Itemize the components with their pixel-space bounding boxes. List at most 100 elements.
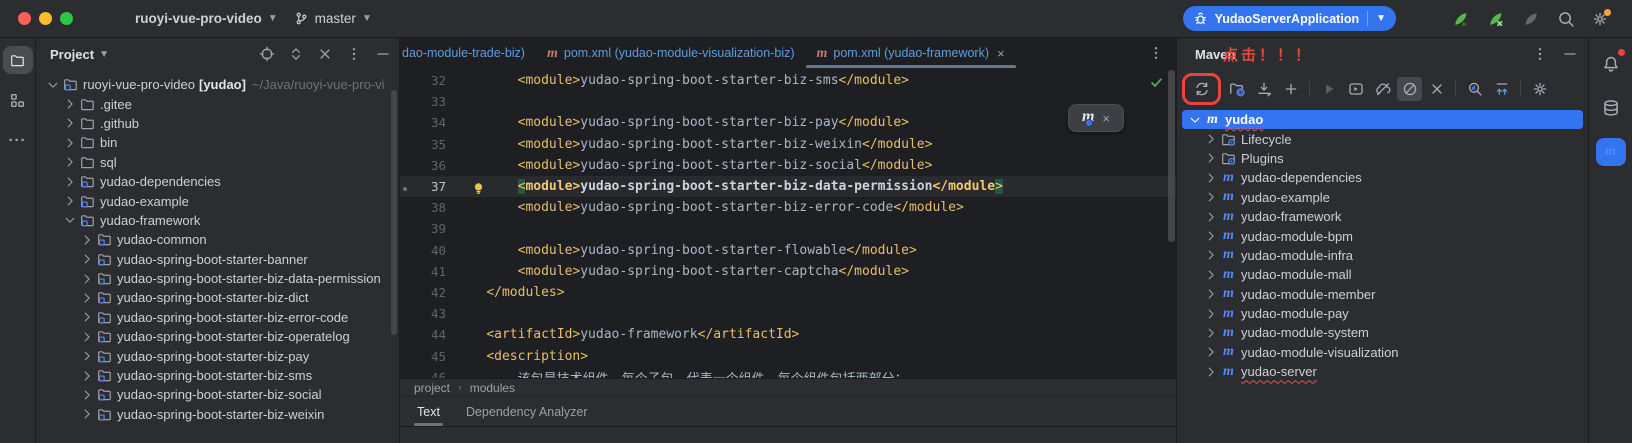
add-maven-project-icon[interactable] [1278, 77, 1303, 101]
chevron-right-icon[interactable] [1202, 326, 1219, 340]
code-line[interactable]: 34 <module>yudao-spring-boot-starter-biz… [400, 112, 1176, 133]
chevron-right-icon[interactable] [78, 310, 95, 324]
project-tree-row[interactable]: yudao-spring-boot-starter-biz-operatelog [36, 327, 399, 346]
hide-panel-button[interactable] [375, 46, 391, 62]
chevron-right-icon[interactable] [61, 97, 78, 111]
editor-view-tab[interactable]: Text [406, 400, 451, 424]
chevron-right-icon[interactable] [1202, 229, 1219, 243]
maven-tool-button[interactable]: m [1596, 138, 1626, 166]
intention-bulb-icon[interactable] [471, 181, 486, 196]
window-close-button[interactable] [18, 12, 31, 25]
code-editor[interactable]: 32 <module>yudao-spring-boot-starter-biz… [400, 68, 1176, 378]
chevron-right-icon[interactable] [1202, 345, 1219, 359]
maven-tree-row[interactable]: myudao-example [1182, 188, 1583, 207]
structure-tool-button[interactable] [3, 86, 33, 114]
project-panel-title[interactable]: Project ▼ [50, 47, 109, 62]
maven-options-button[interactable] [1532, 46, 1548, 62]
project-tree-row[interactable]: yudao-spring-boot-starter-biz-error-code [36, 308, 399, 327]
maven-settings-icon[interactable] [1527, 77, 1552, 101]
chevron-right-icon[interactable] [78, 291, 95, 305]
chevron-right-icon[interactable] [1202, 171, 1219, 185]
code-line[interactable]: 43 [400, 303, 1176, 324]
chevron-right-icon[interactable] [61, 136, 78, 150]
chevron-right-icon[interactable] [61, 194, 78, 208]
expand-collapse-button[interactable] [288, 46, 304, 62]
code-line[interactable]: 33 [400, 91, 1176, 112]
chevron-right-icon[interactable] [1202, 307, 1219, 321]
chevron-down-icon[interactable] [44, 78, 61, 92]
code-line[interactable]: 40 <module>yudao-spring-boot-starter-flo… [400, 240, 1176, 261]
download-sources-icon[interactable] [1251, 77, 1276, 101]
tab-options-button[interactable] [1136, 38, 1176, 68]
notifications-button[interactable] [1596, 50, 1626, 78]
project-options-button[interactable] [346, 46, 362, 62]
code-line[interactable]: 39 [400, 218, 1176, 239]
code-line[interactable]: 38 <module>yudao-spring-boot-starter-biz… [400, 197, 1176, 218]
code-line[interactable]: 44 <artifactId>yudao-framework</artifact… [400, 324, 1176, 345]
search-everywhere-icon[interactable] [1557, 10, 1575, 28]
project-tree-row[interactable]: yudao-framework [36, 211, 399, 230]
chevron-right-icon[interactable] [1202, 268, 1219, 282]
close-action-icon[interactable] [1424, 77, 1449, 101]
skip-tests-icon[interactable] [1397, 77, 1422, 101]
toggle-offline-mode-icon[interactable] [1370, 77, 1395, 101]
project-tree-row[interactable]: yudao-spring-boot-starter-biz-weixin [36, 405, 399, 424]
project-tree-row[interactable]: bin [36, 133, 399, 152]
code-line[interactable]: 37 <module>yudao-spring-boot-starter-biz… [400, 176, 1176, 197]
code-line[interactable]: 32 <module>yudao-spring-boot-starter-biz… [400, 70, 1176, 91]
generate-sources-icon[interactable] [1224, 77, 1249, 101]
run-maven-build-icon[interactable] [1316, 77, 1341, 101]
project-tree-row[interactable]: .gitee [36, 94, 399, 113]
more-tool-windows-button[interactable]: ··· [3, 126, 33, 154]
chevron-right-icon[interactable] [1202, 132, 1219, 146]
project-tree-row[interactable]: yudao-example [36, 191, 399, 210]
project-scrollbar[interactable] [391, 90, 397, 335]
debug-icon[interactable] [1487, 10, 1505, 28]
editor-view-tab[interactable]: Dependency Analyzer [455, 400, 599, 424]
chevron-right-icon[interactable] [78, 233, 95, 247]
collapse-all-icon[interactable] [1489, 77, 1514, 101]
breadcrumb-item[interactable]: modules [470, 381, 515, 395]
project-tree-row[interactable]: sql [36, 153, 399, 172]
code-line[interactable]: 45 <description> [400, 345, 1176, 366]
chevron-right-icon[interactable] [1202, 210, 1219, 224]
collapse-all-button[interactable] [317, 46, 333, 62]
profiler-icon[interactable] [1522, 10, 1540, 28]
branch-selector[interactable]: master ▼ [286, 8, 380, 29]
chevron-right-icon[interactable] [78, 272, 95, 286]
chevron-right-icon[interactable] [1202, 151, 1219, 165]
close-icon[interactable]: × [1102, 111, 1110, 126]
project-tree-row[interactable]: yudao-spring-boot-starter-biz-data-permi… [36, 269, 399, 288]
maven-tree-row[interactable]: Plugins [1182, 149, 1583, 168]
maven-tree-row[interactable]: myudao-module-pay [1182, 304, 1583, 323]
maven-tree-row[interactable]: myudao [1182, 110, 1583, 129]
breadcrumb-item[interactable]: project [414, 381, 450, 395]
project-tree-row[interactable]: yudao-spring-boot-starter-banner [36, 250, 399, 269]
chevron-right-icon[interactable] [78, 349, 95, 363]
maven-tree-row[interactable]: myudao-framework [1182, 207, 1583, 226]
maven-tree-row[interactable]: myudao-module-mall [1182, 265, 1583, 284]
analyze-dependencies-icon[interactable] [1462, 77, 1487, 101]
maven-tree-row[interactable]: myudao-module-infra [1182, 246, 1583, 265]
project-tree-row[interactable]: ruoyi-vue-pro-video[yudao]~/Java/ruoyi-v… [36, 75, 399, 94]
run-configuration-widget[interactable]: YudaoServerApplication ▼ [1183, 6, 1396, 31]
maven-tree-row[interactable]: myudao-module-bpm [1182, 226, 1583, 245]
select-opened-file-button[interactable] [259, 46, 275, 62]
chevron-right-icon[interactable] [61, 175, 78, 189]
editor-tab[interactable]: dao-module-trade-biz) [400, 38, 536, 68]
code-line[interactable]: 42 </modules> [400, 282, 1176, 303]
chevron-right-icon[interactable] [61, 155, 78, 169]
project-tool-button[interactable] [3, 46, 33, 74]
run-icon[interactable] [1452, 10, 1470, 28]
project-tree-row[interactable]: yudao-common [36, 230, 399, 249]
project-tree-row[interactable]: yudao-spring-boot-starter-biz-dict [36, 288, 399, 307]
hide-maven-panel-button[interactable] [1562, 46, 1578, 62]
chevron-right-icon[interactable] [78, 388, 95, 402]
window-zoom-button[interactable] [60, 12, 73, 25]
maven-reload-icon[interactable]: m [1082, 109, 1093, 127]
chevron-right-icon[interactable] [61, 116, 78, 130]
project-tree-row[interactable]: yudao-spring-boot-starter-biz-sms [36, 366, 399, 385]
close-icon[interactable]: × [997, 46, 1005, 61]
maven-tree-row[interactable]: myudao-dependencies [1182, 168, 1583, 187]
inspections-ok-icon[interactable] [1149, 75, 1164, 90]
